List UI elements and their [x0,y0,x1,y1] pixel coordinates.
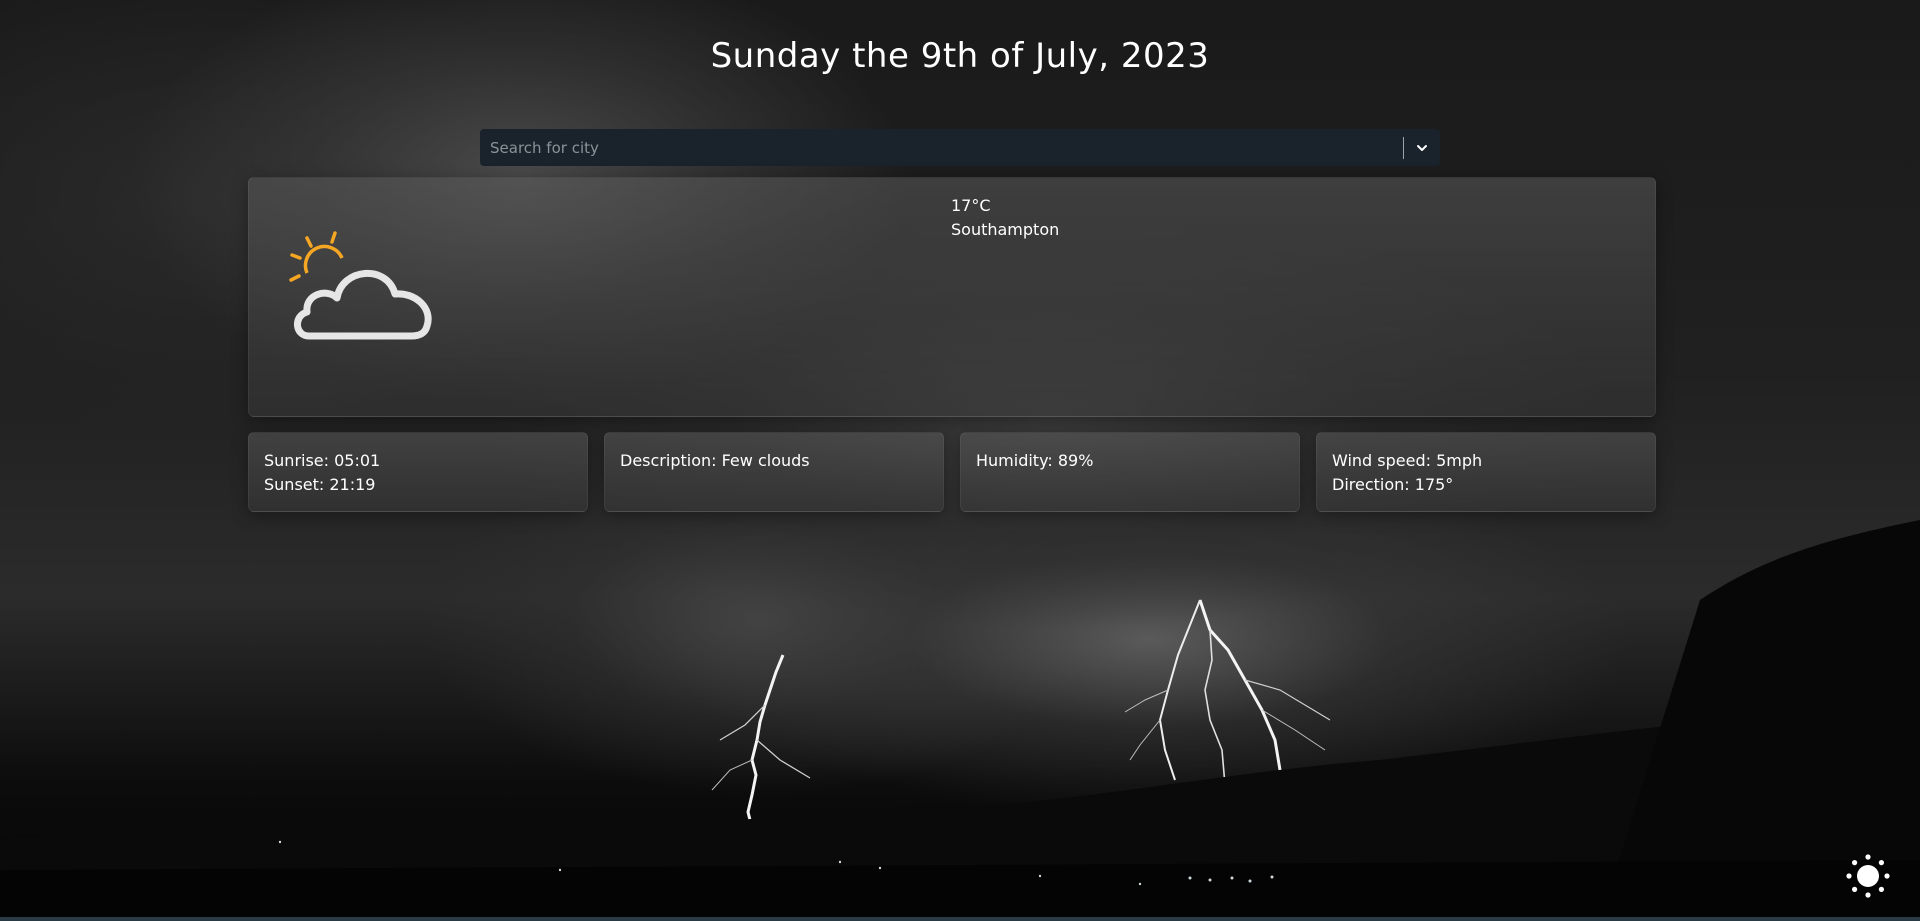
wind-direction-text: Direction: 175° [1332,475,1454,494]
city-search[interactable] [480,129,1440,166]
search-input[interactable] [480,129,1403,166]
theme-toggle-button[interactable] [1845,853,1891,899]
sun-times-card: Sunrise: 05:01 Sunset: 21:19 [248,432,588,512]
wind-speed-text: Wind speed: 5mph [1332,451,1483,470]
weather-icon-wrap [287,228,437,352]
chevron-down-icon [1417,144,1427,151]
bottom-border [0,917,1920,921]
description-text: Description: Few clouds [620,451,810,470]
temperature: 17°C [951,196,991,215]
sunrise-text: Sunrise: 05:01 [264,451,381,470]
current-weather-card: 17°C Southampton [248,177,1656,417]
humidity-text: Humidity: 89% [976,451,1094,470]
dropdown-toggle[interactable] [1404,129,1440,166]
description-card: Description: Few clouds [604,432,944,512]
sun-icon [1846,854,1890,898]
wind-card: Wind speed: 5mph Direction: 175° [1316,432,1656,512]
sunset-text: Sunset: 21:19 [264,475,376,494]
humidity-card: Humidity: 89% [960,432,1300,512]
city-name: Southampton [951,220,1060,239]
page-title: Sunday the 9th of July, 2023 [710,36,1210,76]
current-info: 17°C Southampton [951,194,1059,242]
partly-cloudy-icon [289,231,432,340]
